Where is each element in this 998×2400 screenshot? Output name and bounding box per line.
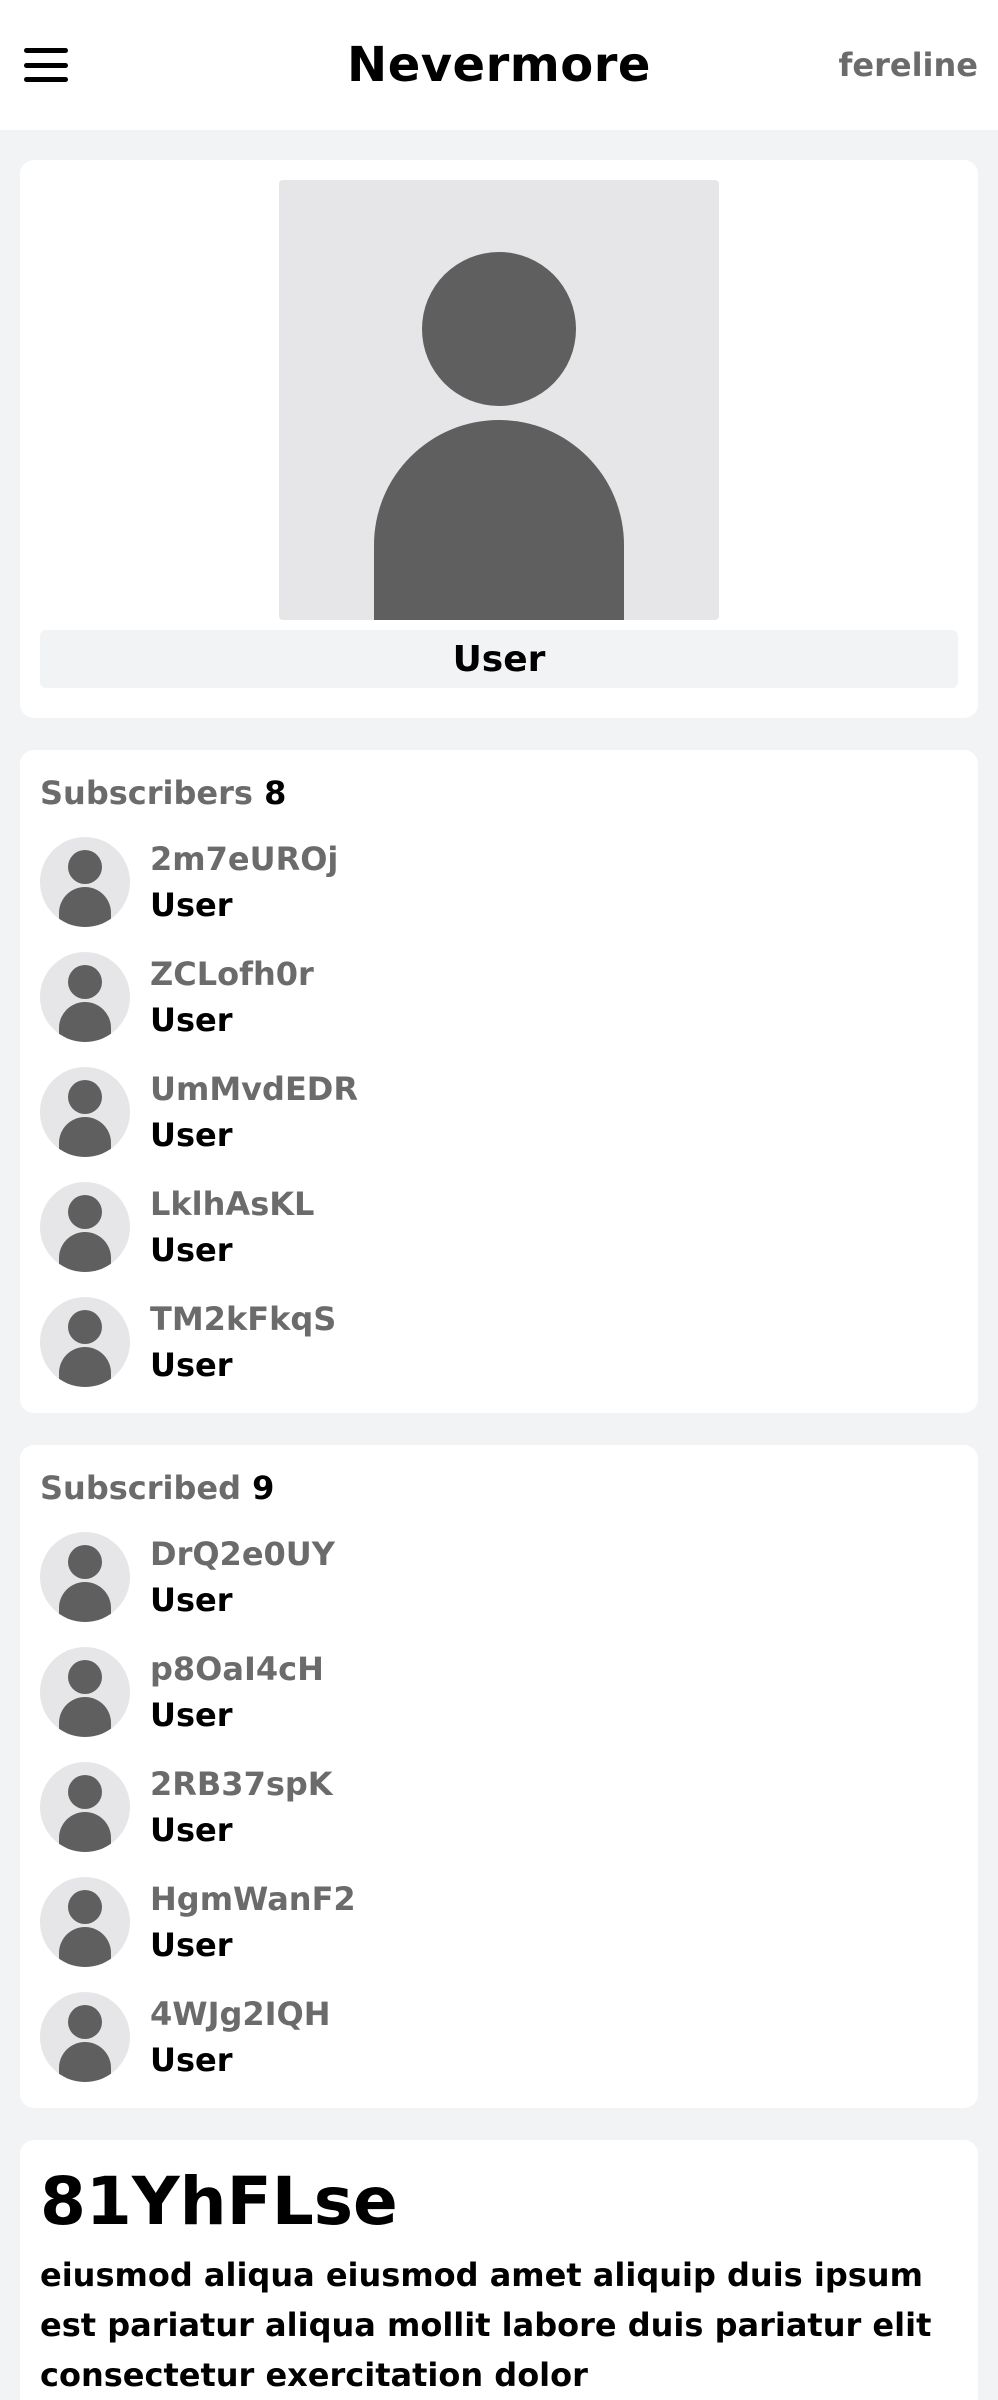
user-name: 2m7eUROj <box>150 839 339 878</box>
user-name: 4WJg2IQH <box>150 1994 331 2033</box>
user-role: User <box>150 1695 233 1734</box>
user-name: 2RB37spK <box>150 1764 333 1803</box>
user-name: TM2kFkqS <box>150 1299 337 1338</box>
profile-card: User <box>20 160 978 718</box>
subscribed-count: 9 <box>252 1469 275 1507</box>
subscribers-header: Subscribers 8 <box>40 774 958 812</box>
subscribed-item[interactable]: 4WJg2IQH User <box>40 1979 958 2094</box>
user-name: p8OaI4cH <box>150 1649 324 1688</box>
user-name: LklhAsKL <box>150 1184 315 1223</box>
post-body: eiusmod aliqua eiusmod amet aliquip duis… <box>40 2256 932 2394</box>
user-name: UmMvdEDR <box>150 1069 358 1108</box>
subscribers-card: Subscribers 8 2m7eUROj User ZCLofh0r Use… <box>20 750 978 1413</box>
user-name: DrQ2e0UY <box>150 1534 335 1573</box>
avatar <box>40 951 130 1042</box>
avatar <box>40 1531 130 1622</box>
avatar-body-shape <box>374 420 624 620</box>
user-role: User <box>150 885 233 924</box>
avatar <box>40 1991 130 2082</box>
subscribed-header: Subscribed 9 <box>40 1469 958 1507</box>
subscribed-item[interactable]: p8OaI4cH User <box>40 1634 958 1749</box>
avatar <box>40 1646 130 1737</box>
user-name: HgmWanF2 <box>150 1879 356 1918</box>
user-role: User <box>150 2040 233 2079</box>
post-title: 81YhFLse <box>40 2163 398 2240</box>
post-card[interactable]: 81YhFLse eiusmod aliqua eiusmod amet ali… <box>20 2140 978 2400</box>
user-role: User <box>150 1580 233 1619</box>
menu-icon[interactable] <box>24 48 68 82</box>
user-role: User <box>150 1810 233 1849</box>
user-name: ZCLofh0r <box>150 954 314 993</box>
profile-role: User <box>40 630 958 688</box>
user-role: User <box>150 1925 233 1964</box>
avatar <box>40 836 130 927</box>
subscribed-item[interactable]: HgmWanF2 User <box>40 1864 958 1979</box>
subscribers-count: 8 <box>264 774 287 812</box>
user-role: User <box>150 1000 233 1039</box>
subscribed-label: Subscribed <box>40 1469 242 1507</box>
user-role: User <box>150 1230 233 1269</box>
subscriber-item[interactable]: TM2kFkqS User <box>40 1284 958 1399</box>
user-role: User <box>150 1345 233 1384</box>
current-user-link[interactable]: fereline <box>838 46 978 84</box>
avatar <box>40 1181 130 1272</box>
avatar <box>40 1761 130 1852</box>
subscribed-item[interactable]: DrQ2e0UY User <box>40 1519 958 1634</box>
avatar <box>40 1296 130 1387</box>
avatar <box>40 1876 130 1967</box>
subscribed-item[interactable]: 2RB37spK User <box>40 1749 958 1864</box>
subscriber-item[interactable]: ZCLofh0r User <box>40 939 958 1054</box>
subscriber-item[interactable]: 2m7eUROj User <box>40 824 958 939</box>
top-bar: Nevermore fereline <box>0 0 998 130</box>
subscriber-item[interactable]: LklhAsKL User <box>40 1169 958 1284</box>
subscriber-item[interactable]: UmMvdEDR User <box>40 1054 958 1169</box>
avatar-head-shape <box>422 252 576 406</box>
user-role: User <box>150 1115 233 1154</box>
subscribers-label: Subscribers <box>40 774 253 812</box>
subscribed-card: Subscribed 9 DrQ2e0UY User p8OaI4cH User… <box>20 1445 978 2108</box>
avatar <box>40 1066 130 1157</box>
profile-avatar <box>279 180 719 620</box>
